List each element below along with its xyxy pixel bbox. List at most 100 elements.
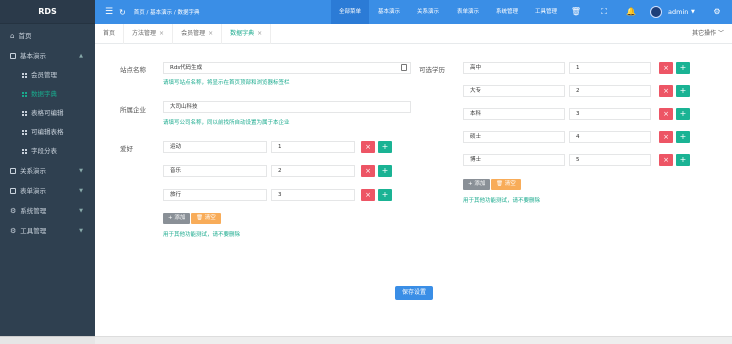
- hobby-value-input[interactable]: 3: [271, 189, 355, 201]
- hobby-add-button[interactable]: + 添加: [163, 213, 191, 224]
- site-name-input[interactable]: Rds代码生成: [163, 62, 411, 74]
- tab-label: 会员管理: [181, 29, 206, 37]
- add-row-button[interactable]: +: [378, 189, 392, 201]
- education-clear-button[interactable]: 🗑 清空: [491, 179, 521, 190]
- hobby-clear-button[interactable]: 🗑 清空: [191, 213, 221, 224]
- hobby-name-input[interactable]: 旅行: [163, 189, 267, 201]
- site-name-help: 请填写站点名称，将显示在首页顶部和浏览器标签栏: [163, 80, 290, 86]
- top-nav-system-management[interactable]: 系统管理: [488, 0, 526, 24]
- close-icon[interactable]: ×: [257, 30, 262, 37]
- top-nav-form-demo[interactable]: 表单演示: [449, 0, 487, 24]
- education-value-input[interactable]: 5: [569, 154, 651, 166]
- tab-label: 数据字典: [230, 29, 255, 37]
- sidebar-item-home[interactable]: ⌂ 首页: [0, 26, 95, 46]
- sidebar-subitem-member-management[interactable]: 会员管理: [0, 66, 95, 85]
- top-nav-basic-demo[interactable]: 基本演示: [371, 0, 407, 24]
- add-row-button[interactable]: +: [676, 108, 690, 120]
- refresh-icon[interactable]: ↻: [119, 8, 126, 17]
- company-label: 所属企业: [120, 106, 146, 114]
- add-button-label: 添加: [174, 215, 186, 221]
- other-operations-dropdown[interactable]: 其它操作 ﹀: [692, 24, 724, 44]
- remove-row-button[interactable]: ×: [659, 62, 673, 74]
- avatar[interactable]: [650, 6, 662, 18]
- user-name[interactable]: admin: [668, 0, 688, 24]
- remove-row-button[interactable]: ×: [659, 85, 673, 97]
- chevron-up-icon: ▲: [79, 53, 83, 59]
- hamburger-menu-icon[interactable]: ☰: [105, 7, 113, 17]
- remove-row-button[interactable]: ×: [361, 165, 375, 177]
- save-settings-button[interactable]: 保存设置: [395, 286, 433, 300]
- sidebar-subitem-data-dictionary[interactable]: 数据字典: [0, 85, 95, 104]
- document-icon[interactable]: [401, 64, 407, 71]
- remove-row-button[interactable]: ×: [659, 108, 673, 120]
- top-nav-all-menus[interactable]: 全部菜单: [331, 0, 369, 24]
- sidebar: RDS ⌂ 首页 基本演示 ▲ 会员管理 数据字典 表格可编辑 可编辑表格 字段…: [0, 0, 95, 344]
- gear-icon: ⚙: [10, 207, 17, 215]
- bell-icon[interactable]: 🔔: [624, 0, 638, 24]
- add-row-button[interactable]: +: [676, 131, 690, 143]
- trash-icon[interactable]: 🗑: [568, 0, 584, 24]
- education-value-input[interactable]: 3: [569, 108, 651, 120]
- sidebar-item-basic-demo[interactable]: 基本演示 ▲: [0, 46, 95, 66]
- sidebar-item-label: 工具管理: [20, 227, 47, 235]
- education-value-input[interactable]: 2: [569, 85, 651, 97]
- education-name-input[interactable]: 高中: [463, 62, 565, 74]
- education-add-button[interactable]: + 添加: [463, 179, 491, 190]
- add-button-label: 添加: [474, 181, 486, 187]
- hobby-note: 用于其他功能测试，请不要删除: [163, 232, 241, 238]
- add-row-button[interactable]: +: [378, 141, 392, 153]
- add-row-button[interactable]: +: [676, 85, 690, 97]
- tab-home[interactable]: 首页: [95, 23, 125, 44]
- sidebar-subitem-label: 可编辑表格: [31, 128, 64, 136]
- top-nav-relation-demo[interactable]: 关系演示: [409, 0, 447, 24]
- grid-icon: [10, 53, 16, 59]
- hobby-value-input[interactable]: 2: [271, 165, 355, 177]
- education-name-input[interactable]: 博士: [463, 154, 565, 166]
- horizontal-scrollbar[interactable]: [95, 336, 732, 344]
- grid-icon: [22, 73, 27, 78]
- top-nav-tool-management[interactable]: 工具管理: [527, 0, 565, 24]
- education-value-input[interactable]: 4: [569, 131, 651, 143]
- tab-method-management[interactable]: 方法管理 ×: [124, 23, 174, 44]
- close-icon[interactable]: ×: [208, 30, 213, 37]
- close-icon[interactable]: ×: [159, 30, 164, 37]
- education-name-input[interactable]: 大专: [463, 85, 565, 97]
- remove-row-button[interactable]: ×: [659, 131, 673, 143]
- tab-label: 方法管理: [132, 29, 157, 37]
- sidebar-scrollbar[interactable]: [0, 336, 95, 344]
- education-name-input[interactable]: 硕士: [463, 131, 565, 143]
- education-value-input[interactable]: 1: [569, 62, 651, 74]
- sidebar-item-form-demo[interactable]: 表单演示 ▼: [0, 181, 95, 201]
- add-row-button[interactable]: +: [676, 62, 690, 74]
- education-name-input[interactable]: 本科: [463, 108, 565, 120]
- sidebar-subitem-field-split[interactable]: 字段分表: [0, 142, 95, 161]
- sidebar-item-relation-demo[interactable]: 关系演示 ▼: [0, 161, 95, 181]
- remove-row-button[interactable]: ×: [361, 189, 375, 201]
- grid-icon: [10, 188, 16, 194]
- sidebar-item-tool-management[interactable]: ⚙ 工具管理 ▼: [0, 221, 95, 241]
- remove-row-button[interactable]: ×: [659, 154, 673, 166]
- add-row-button[interactable]: +: [676, 154, 690, 166]
- grid-icon: [22, 111, 27, 116]
- fullscreen-icon[interactable]: ⛶: [596, 0, 612, 24]
- hobby-value-input[interactable]: 1: [271, 141, 355, 153]
- sidebar-item-label: 系统管理: [20, 207, 47, 215]
- hobby-name-input[interactable]: 运动: [163, 141, 267, 153]
- home-icon: ⌂: [10, 32, 15, 40]
- sidebar-subitem-editable-table[interactable]: 表格可编辑: [0, 104, 95, 123]
- tab-member-management[interactable]: 会员管理 ×: [173, 23, 223, 44]
- sidebar-subitem-editable-grid[interactable]: 可编辑表格: [0, 123, 95, 142]
- add-row-button[interactable]: +: [378, 165, 392, 177]
- education-note: 用于其他功能测试，请不要删除: [463, 198, 541, 204]
- hobby-name-input[interactable]: 音乐: [163, 165, 267, 177]
- main-content: 站点名称 Rds代码生成 请填写站点名称，将显示在首页顶部和浏览器标签栏 所属企…: [95, 44, 732, 336]
- settings-icon[interactable]: ⚙: [710, 0, 724, 24]
- company-input[interactable]: 大司山科技: [163, 101, 411, 113]
- user-dropdown-icon[interactable]: ▼: [691, 0, 695, 24]
- sidebar-item-system-management[interactable]: ⚙ 系统管理 ▼: [0, 201, 95, 221]
- tab-data-dictionary[interactable]: 数据字典 ×: [222, 23, 272, 44]
- chevron-down-icon: ▼: [79, 168, 83, 174]
- remove-row-button[interactable]: ×: [361, 141, 375, 153]
- clear-button-label: 清空: [504, 181, 516, 187]
- grid-icon: [22, 92, 27, 97]
